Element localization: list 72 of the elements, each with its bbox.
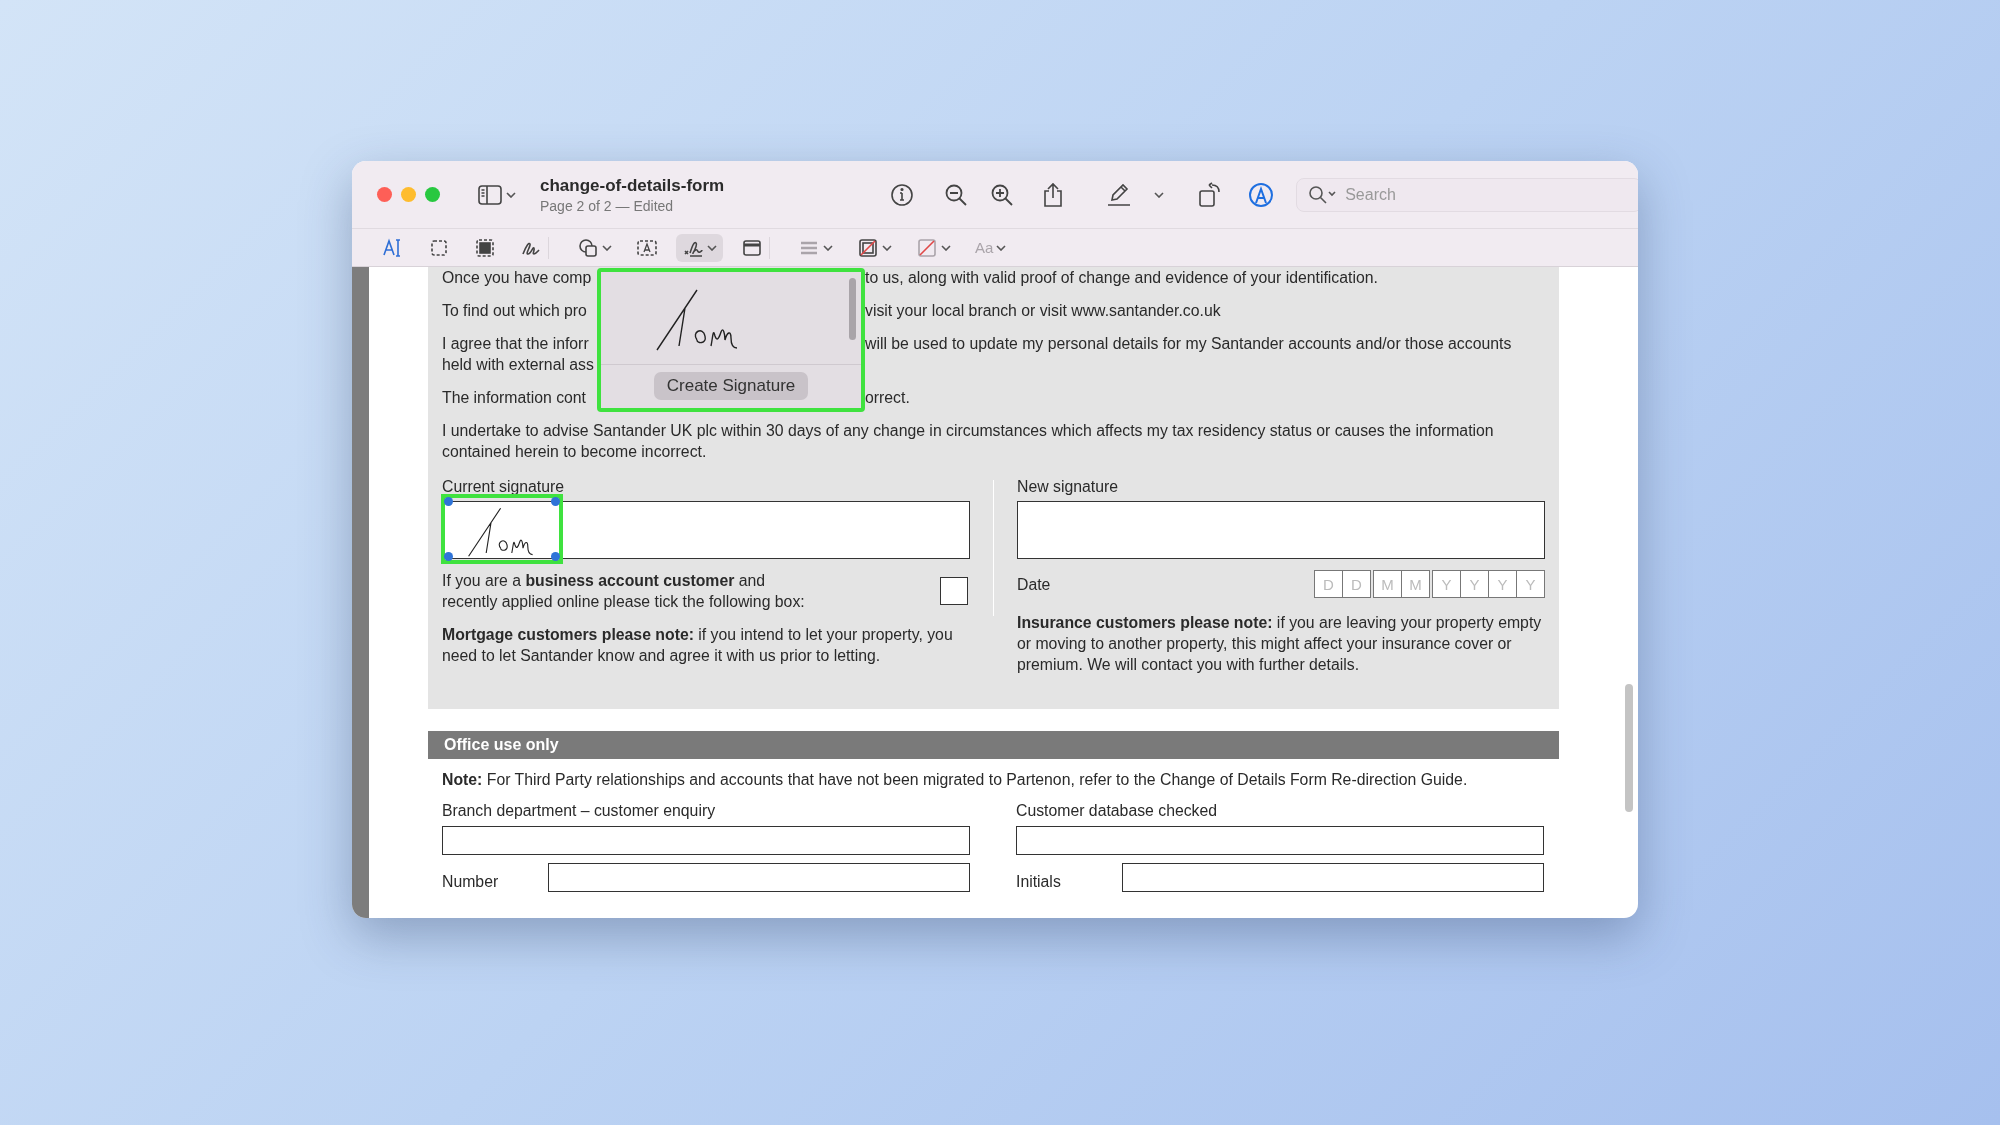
paragraph: Note: For Third Party relationships and accounts that have not been migrated to Partenon, refer to the Change of Details Form Re-direction Guide. — [442, 770, 1469, 790]
signature-field[interactable] — [442, 501, 970, 559]
sidebar-toggle-button[interactable] — [476, 182, 518, 207]
create-signature-button[interactable]: Create Signature — [653, 372, 809, 400]
scrollbar-thumb[interactable] — [1625, 684, 1633, 812]
chevron-icon — [1154, 191, 1165, 198]
info-icon — [890, 182, 915, 207]
paragraph-fragment: will be used to update my personal details for my Santander accounts and/or those accounts — [865, 334, 1513, 354]
chevron-icon — [506, 191, 516, 198]
border-color-icon — [857, 236, 879, 259]
fill-color-icon — [916, 236, 938, 259]
section-heading: Office use only — [428, 731, 1559, 759]
resize-handle[interactable] — [444, 497, 453, 506]
resize-handle[interactable] — [444, 552, 453, 561]
resize-handle[interactable] — [551, 552, 560, 561]
paragraph-fragment: visit your local branch or visit www.santander.co.uk — [865, 301, 1222, 321]
input-field[interactable] — [1122, 863, 1544, 892]
date-digit-box[interactable]: D — [1342, 570, 1371, 598]
chevron-icon — [707, 244, 717, 251]
search-icon — [1308, 184, 1339, 205]
sign-tool-button[interactable] — [676, 233, 723, 262]
shapes-icon — [577, 236, 599, 259]
paragraph-fragment: Once you have comp — [442, 268, 592, 288]
input-field[interactable] — [1016, 826, 1544, 855]
signature-field[interactable] — [1017, 501, 1545, 559]
field-label: Number — [442, 872, 500, 892]
sidebar-icon — [478, 184, 502, 205]
paragraph-fragment: I agree that the inforr — [442, 334, 589, 354]
paragraph-fragment: orrect. — [865, 388, 911, 408]
markup-icon — [1248, 181, 1275, 208]
date-digit-box[interactable]: Y — [1460, 570, 1489, 598]
paragraph-fragment: To find out which pro — [442, 301, 587, 321]
close-button[interactable] — [377, 187, 392, 202]
pencil-icon — [1106, 182, 1133, 207]
share-icon — [1042, 181, 1065, 208]
paragraph: Mortgage customers please note: if you intend to let your property, you need to let Santander know and agree it with us prior to letting. — [442, 625, 954, 666]
field-label: New signature — [1017, 477, 1119, 497]
rotate-icon — [1198, 181, 1223, 208]
paragraph: Insurance customers please note: if you are leaving your property empty or moving to another property, this might affect your insurance cover or premium. We will contact you with further details. — [1017, 613, 1543, 675]
search-field[interactable]: Search — [1296, 177, 1638, 212]
date-digit-box[interactable]: M — [1401, 570, 1430, 598]
paragraph: If you are a business account customer and recently applied online please tick the following box: — [442, 571, 806, 612]
input-field[interactable] — [442, 826, 970, 855]
field-label: Customer database checked — [1016, 801, 1219, 821]
zoom-out-icon — [944, 182, 969, 207]
field-label: Current signature — [442, 477, 565, 497]
field-label: Date — [1017, 574, 1051, 595]
date-digit-box[interactable]: Y — [1488, 570, 1517, 598]
chevron-icon — [941, 244, 951, 251]
paragraph-fragment: The information cont — [442, 388, 586, 408]
filled-square-icon — [474, 236, 496, 259]
resize-handle[interactable] — [551, 497, 560, 506]
highlight-menu-button[interactable] — [1152, 189, 1167, 200]
paragraph-fragment: held with external ass — [442, 355, 594, 375]
checkbox[interactable] — [940, 577, 968, 605]
chevron-icon — [602, 244, 612, 251]
window-subtitle: Page 2 of 2 — Edited — [540, 197, 675, 214]
field-label: Branch department – customer enquiry — [442, 801, 717, 821]
input-field[interactable] — [548, 863, 970, 892]
date-digit-box[interactable]: Y — [1432, 570, 1461, 598]
date-digit-box[interactable]: M — [1373, 570, 1402, 598]
date-digit-box[interactable]: Y — [1516, 570, 1545, 598]
chevron-icon — [996, 244, 1007, 251]
zoom-in-icon — [990, 182, 1015, 207]
field-label: Initials — [1016, 872, 1062, 892]
scrollbar-thumb[interactable] — [849, 278, 856, 340]
chevron-icon — [882, 244, 892, 251]
paragraph: I undertake to advise Santander UK plc within 30 days of any change in circumstances which affects my tax residency status or causes the information contained herein to become incorrect. — [442, 421, 1495, 462]
window-title: change-of-details-form — [540, 175, 725, 196]
paragraph-fragment: to us, along with valid proof of change and evidence of your identification. — [865, 268, 1379, 288]
chevron-icon — [823, 244, 833, 251]
date-digit-box[interactable]: D — [1314, 570, 1343, 598]
